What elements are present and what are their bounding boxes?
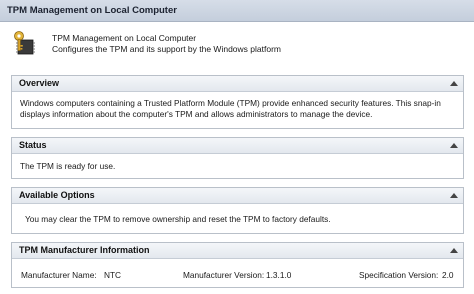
app-description: Configures the TPM and its support by th… (52, 44, 281, 54)
specification-version-label: Specification Version: (359, 270, 439, 280)
overview-panel: Overview Windows computers containing a … (11, 75, 464, 129)
manufacturer-name-label: Manufacturer Name: (21, 270, 97, 280)
overview-panel-header[interactable]: Overview (12, 76, 463, 92)
manufacturer-name-value: NTC (104, 270, 122, 280)
manufacturer-title: TPM Manufacturer Information (19, 245, 150, 255)
available-options-title: Available Options (19, 190, 95, 200)
status-panel-header[interactable]: Status (12, 138, 463, 154)
status-panel: Status The TPM is ready for use. (11, 137, 464, 179)
status-text: The TPM is ready for use. (20, 161, 116, 171)
manufacturer-version-value: 1.3.1.0 (266, 270, 292, 280)
key-chip-icon (12, 30, 36, 58)
chevron-up-icon[interactable] (449, 246, 459, 255)
available-options-panel-header[interactable]: Available Options (12, 188, 463, 204)
overview-title: Overview (19, 78, 60, 88)
available-options-text: You may clear the TPM to remove ownershi… (25, 214, 331, 224)
chevron-up-icon[interactable] (449, 141, 459, 150)
chevron-up-icon[interactable] (449, 191, 459, 200)
overview-text-line1: Windows computers containing a Trusted P… (20, 98, 441, 108)
window-title: TPM Management on Local Computer (7, 5, 177, 16)
specification-version-value: 2.0 (442, 270, 454, 280)
manufacturer-version-label: Manufacturer Version: (183, 270, 265, 280)
available-options-panel: Available Options You may clear the TPM … (11, 187, 464, 234)
overview-text-line2: displays information about the computer'… (20, 109, 373, 119)
app-name: TPM Management on Local Computer (52, 33, 197, 43)
window-titlebar: TPM Management on Local Computer (0, 0, 474, 22)
manufacturer-panel-header[interactable]: TPM Manufacturer Information (12, 243, 463, 259)
manufacturer-panel: TPM Manufacturer Information Manufacture… (11, 242, 464, 288)
status-title: Status (19, 140, 47, 150)
snapin-header: TPM Management on Local Computer Configu… (0, 22, 474, 68)
chevron-up-icon[interactable] (449, 79, 459, 88)
